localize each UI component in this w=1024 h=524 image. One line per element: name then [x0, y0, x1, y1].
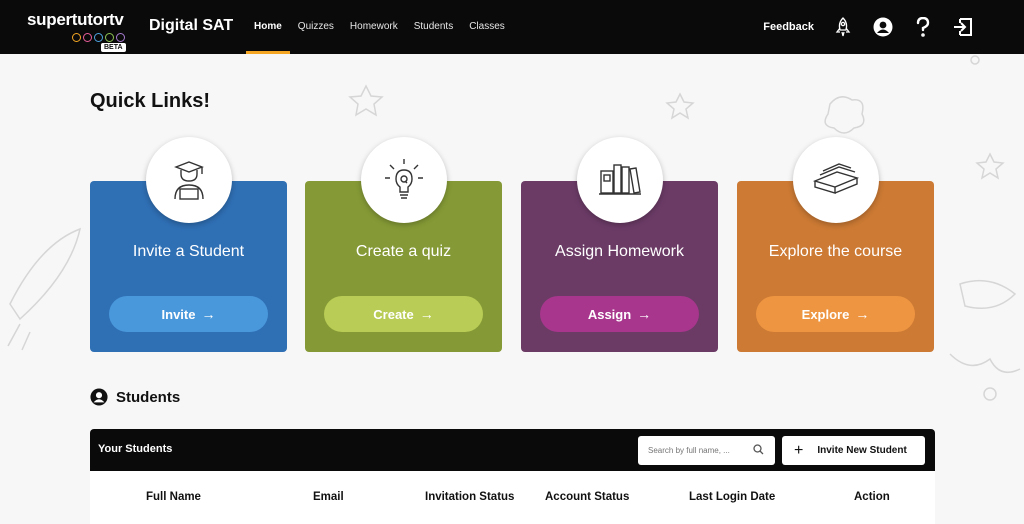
invite-new-student-button[interactable]: + Invite New Student	[782, 436, 925, 465]
button-label: Assign	[587, 306, 632, 322]
explore-button[interactable]: Explore →	[756, 296, 915, 332]
app-title: Digital SAT	[149, 17, 234, 34]
lightbulb-icon	[361, 137, 447, 223]
button-label: Create	[373, 306, 414, 322]
beta-badge: BETA	[101, 43, 126, 52]
brand-dot	[72, 33, 81, 42]
card-invite-student: Invite a Student Invite →	[90, 137, 287, 352]
button-label: Invite	[161, 306, 196, 322]
card-explore-course: Explore the course Explore →	[737, 137, 934, 352]
table-header: Full Name Email Invitation Status Accoun…	[90, 491, 935, 507]
help-icon[interactable]	[912, 16, 934, 38]
arrow-right-icon: →	[201, 306, 216, 322]
column-last-login-date[interactable]: Last Login Date	[689, 491, 775, 503]
assign-button[interactable]: Assign →	[540, 296, 699, 332]
card-assign-homework: Assign Homework Assign →	[521, 137, 718, 352]
search-icon	[753, 444, 764, 455]
column-action[interactable]: Action	[854, 491, 890, 503]
students-panel-header: Your Students + Invite New Student	[90, 429, 935, 471]
logout-icon[interactable]	[952, 16, 974, 38]
card-title: Assign Homework	[555, 243, 684, 260]
card-title: Explore the course	[768, 243, 903, 260]
column-full-name[interactable]: Full Name	[146, 491, 201, 503]
students-panel: Your Students + Invite New Student Full …	[90, 429, 935, 524]
column-invitation-status[interactable]: Invitation Status	[425, 491, 514, 503]
rocket-icon[interactable]	[832, 16, 854, 38]
brand-name: supertutortv	[27, 10, 124, 29]
brand-dot	[116, 33, 125, 42]
feedback-link[interactable]: Feedback	[763, 21, 814, 33]
students-title: Students	[116, 388, 181, 406]
plus-icon: +	[794, 441, 804, 459]
column-account-status[interactable]: Account Status	[545, 491, 629, 503]
card-title: Create a quiz	[355, 243, 452, 260]
card-create-quiz: Create a quiz Create →	[305, 137, 502, 352]
nav-homework[interactable]: Homework	[342, 0, 406, 54]
brand-dot	[94, 33, 103, 42]
brand-logo[interactable]: supertutortv BETA	[27, 10, 132, 52]
nav-students[interactable]: Students	[406, 0, 461, 54]
main-nav: Home Quizzes Homework Students Classes	[246, 0, 513, 54]
panel-title: Your Students	[98, 443, 173, 455]
brand-dot	[105, 33, 114, 42]
button-label: Explore	[801, 306, 850, 322]
quick-links-title: Quick Links!	[90, 90, 211, 112]
nav-classes[interactable]: Classes	[461, 0, 513, 54]
arrow-right-icon: →	[855, 306, 870, 322]
top-navigation-bar: supertutortv BETA Digital SAT Home Quizz…	[0, 0, 1024, 54]
button-label: Invite New Student	[817, 445, 907, 456]
arrow-right-icon: →	[637, 306, 652, 322]
nav-home[interactable]: Home	[246, 0, 290, 54]
books-icon	[577, 137, 663, 223]
user-circle-icon	[90, 388, 108, 406]
invite-button[interactable]: Invite →	[109, 296, 268, 332]
nav-quizzes[interactable]: Quizzes	[290, 0, 342, 54]
card-title: Invite a Student	[132, 243, 245, 260]
book-stack-icon	[793, 137, 879, 223]
brand-dot	[83, 33, 92, 42]
column-email[interactable]: Email	[313, 491, 344, 503]
students-section-header: Students	[90, 388, 180, 406]
create-button[interactable]: Create →	[324, 296, 483, 332]
arrow-right-icon: →	[419, 306, 434, 322]
brand-dots	[72, 33, 125, 42]
header-actions: Feedback	[763, 0, 974, 54]
user-circle-icon[interactable]	[872, 16, 894, 38]
graduate-icon	[146, 137, 232, 223]
